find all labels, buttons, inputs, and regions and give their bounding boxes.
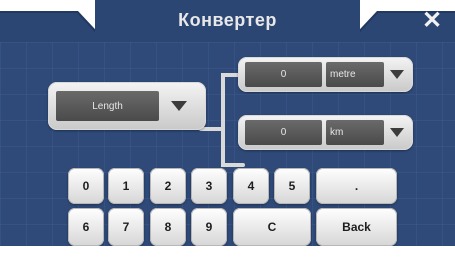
key-label: 4 xyxy=(247,179,255,193)
from-unit-row[interactable]: 0 metre xyxy=(238,57,413,92)
to-value: 0 xyxy=(245,120,322,145)
key-label: 7 xyxy=(122,220,130,234)
chevron-down-icon xyxy=(171,101,187,111)
key-2[interactable]: 2 xyxy=(150,168,186,204)
key-4[interactable]: 4 xyxy=(233,168,269,204)
to-unit-row[interactable]: 0 km xyxy=(238,115,413,150)
key-clear[interactable]: C xyxy=(233,208,311,246)
key-label: 8 xyxy=(164,220,172,234)
key-back[interactable]: Back xyxy=(316,208,397,246)
bottom-strip xyxy=(0,246,455,258)
key-5[interactable]: 5 xyxy=(274,168,310,204)
key-label: 6 xyxy=(82,220,90,234)
key-label: . xyxy=(354,179,359,193)
close-button[interactable]: ✕ xyxy=(419,8,445,34)
page-title: Конвертер xyxy=(178,10,277,30)
from-unit-select[interactable]: metre xyxy=(326,62,384,87)
key-label: 2 xyxy=(164,179,172,193)
to-unit-select[interactable]: km xyxy=(326,120,384,145)
close-icon: ✕ xyxy=(421,7,443,34)
converter-panel-area: Length 0 metre 0 km 0 1 2 3 4 5 . 6 7 8 … xyxy=(0,42,455,258)
category-dropdown[interactable] xyxy=(164,91,194,121)
from-unit-dropdown[interactable] xyxy=(386,62,408,87)
from-value: 0 xyxy=(245,62,322,87)
key-label: Back xyxy=(342,220,371,234)
key-label: 0 xyxy=(82,179,90,193)
chevron-down-icon xyxy=(390,128,404,137)
key-1[interactable]: 1 xyxy=(108,168,144,204)
chevron-down-icon xyxy=(390,70,404,79)
key-7[interactable]: 7 xyxy=(108,208,144,246)
to-unit-dropdown[interactable] xyxy=(386,120,408,145)
keypad: 0 1 2 3 4 5 . 6 7 8 9 C Back xyxy=(68,160,397,248)
title-bar: Конвертер ✕ xyxy=(0,0,455,42)
key-label: 1 xyxy=(122,179,130,193)
key-label: 5 xyxy=(288,179,296,193)
key-decimal[interactable]: . xyxy=(316,168,397,204)
from-unit-label: metre xyxy=(330,69,356,80)
category-selector[interactable]: Length xyxy=(48,82,206,130)
key-label: C xyxy=(267,220,277,234)
key-6[interactable]: 6 xyxy=(68,208,104,246)
key-label: 9 xyxy=(205,220,213,234)
category-value: Length xyxy=(56,91,159,121)
key-3[interactable]: 3 xyxy=(191,168,227,204)
to-unit-label: km xyxy=(330,127,344,138)
key-9[interactable]: 9 xyxy=(191,208,227,246)
key-0[interactable]: 0 xyxy=(68,168,104,204)
key-8[interactable]: 8 xyxy=(150,208,186,246)
key-label: 3 xyxy=(205,179,213,193)
converter-app: Конвертер ✕ Length 0 metre 0 km 0 1 2 3 … xyxy=(0,0,455,258)
